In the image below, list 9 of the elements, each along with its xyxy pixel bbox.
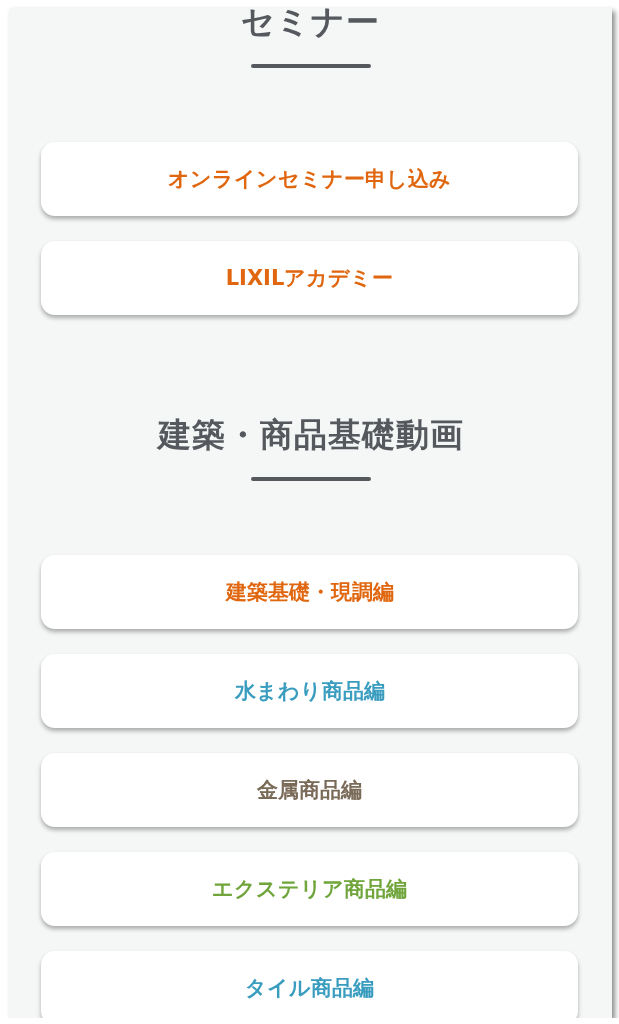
link-button[interactable]: LIXILアカデミー (41, 241, 578, 315)
link-button[interactable]: タイル商品編 (41, 951, 578, 1018)
link-button[interactable]: 建築基礎・現調編 (41, 555, 578, 629)
section-heading: 建築・商品基礎動画 (157, 415, 464, 455)
link-button[interactable]: オンラインセミナー申し込み (41, 142, 578, 216)
link-button[interactable]: 金属商品編 (41, 753, 578, 827)
link-button[interactable]: 水まわり商品編 (41, 654, 578, 728)
section-heading: セミナー (241, 8, 380, 42)
link-button[interactable]: エクステリア商品編 (41, 852, 578, 926)
